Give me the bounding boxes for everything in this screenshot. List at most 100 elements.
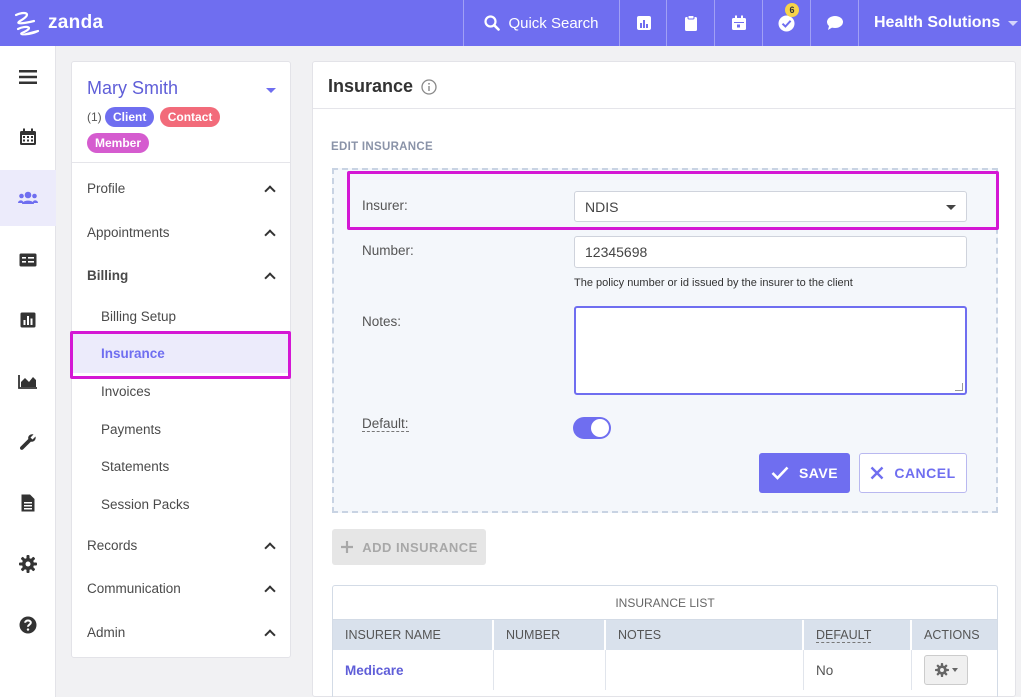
number-input[interactable]: 12345698 <box>574 236 967 268</box>
insurance-table: INSURANCE LIST INSURER NAME NUMBER NOTES… <box>332 585 998 697</box>
zanda-logo[interactable]: zanda <box>12 8 103 38</box>
number-help-text: The policy number or id issued by the in… <box>574 277 853 289</box>
chevron-up-icon[interactable] <box>264 272 276 284</box>
row-actions-button[interactable] <box>924 655 968 685</box>
left-rail <box>0 46 56 697</box>
document-icon <box>21 494 35 512</box>
help-circle-icon <box>19 616 37 634</box>
rail-help[interactable] <box>0 597 56 653</box>
close-icon <box>870 466 884 480</box>
col-header-default-text: DEFAULT <box>816 627 872 643</box>
add-insurance-button[interactable]: ADD INSURANCE <box>332 529 486 565</box>
insurance-panel: Insurance EDIT INSURANCE Insurer: NDIS N… <box>312 61 1016 697</box>
highlight-insurer-row <box>347 171 999 230</box>
chevron-up-icon[interactable] <box>264 229 276 241</box>
rail-analytics[interactable] <box>0 353 56 409</box>
nav-billing-setup[interactable]: Billing Setup <box>101 309 176 324</box>
calendar-icon <box>731 15 746 30</box>
checkmark-icon <box>771 466 789 480</box>
menu-button[interactable] <box>0 49 56 105</box>
client-count: (1) <box>87 110 102 124</box>
users-icon <box>18 191 38 204</box>
col-header-insurer: INSURER NAME <box>333 620 494 650</box>
save-button-label: SAVE <box>798 465 839 481</box>
rail-clients[interactable] <box>0 170 56 226</box>
client-name[interactable]: Mary Smith <box>87 78 178 99</box>
chevron-down-icon <box>1008 20 1019 26</box>
rail-calendar[interactable] <box>0 109 56 165</box>
nav-records[interactable]: Records <box>87 538 137 553</box>
gear-icon <box>934 663 949 677</box>
rail-billing[interactable] <box>0 232 56 288</box>
gear-icon <box>19 555 37 573</box>
panel-divider <box>72 162 290 163</box>
cancel-button-label: CANCEL <box>894 465 956 481</box>
nav-payments[interactable]: Payments <box>101 422 161 437</box>
tasks-badge: 6 <box>785 3 799 17</box>
rail-reports[interactable] <box>0 292 56 348</box>
resize-handle-icon[interactable] <box>955 383 963 391</box>
default-toggle[interactable] <box>573 417 611 439</box>
row-notes <box>606 650 804 690</box>
info-icon[interactable] <box>421 78 437 95</box>
page-title: Insurance <box>328 76 437 97</box>
number-label: Number: <box>362 243 414 258</box>
nav-session-packs[interactable]: Session Packs <box>101 497 190 512</box>
notes-textarea[interactable] <box>574 306 967 395</box>
calendar-button[interactable] <box>714 0 762 46</box>
tasks-button[interactable]: 6 <box>762 0 810 46</box>
invoice-card-icon <box>19 253 37 267</box>
tag-client: Client <box>105 107 155 127</box>
rail-tools[interactable] <box>0 414 56 470</box>
nav-profile[interactable]: Profile <box>87 181 125 196</box>
col-header-notes: NOTES <box>606 620 804 650</box>
quick-search-label: Quick Search <box>508 14 599 32</box>
wrench-icon <box>19 434 36 450</box>
table-caption: INSURANCE LIST <box>333 586 997 620</box>
messages-button[interactable] <box>810 0 858 46</box>
calendar-icon <box>20 128 36 145</box>
page-title-text: Insurance <box>328 76 414 96</box>
tag-contact: Contact <box>159 107 221 127</box>
row-number <box>494 650 606 690</box>
row-insurer-name[interactable]: Medicare <box>333 650 494 690</box>
chat-bubble-icon <box>826 16 843 30</box>
clipboard-icon <box>684 14 697 31</box>
tag-member: Member <box>87 133 150 153</box>
col-header-actions: ACTIONS <box>912 620 997 650</box>
nav-appointments[interactable]: Appointments <box>87 225 170 240</box>
clipboard-button[interactable] <box>666 0 714 46</box>
col-header-number: NUMBER <box>494 620 606 650</box>
chevron-up-icon[interactable] <box>264 629 276 641</box>
rail-documents[interactable] <box>0 475 56 531</box>
save-button[interactable]: SAVE <box>759 453 850 493</box>
chevron-up-icon[interactable] <box>264 542 276 554</box>
rail-settings[interactable] <box>0 536 56 592</box>
nav-statements[interactable]: Statements <box>101 459 169 474</box>
cancel-button[interactable]: CANCEL <box>859 453 967 493</box>
chevron-up-icon[interactable] <box>264 185 276 197</box>
logo-text: zanda <box>48 12 104 33</box>
nav-communication[interactable]: Communication <box>87 581 181 596</box>
nav-billing[interactable]: Billing <box>87 268 128 283</box>
bar-chart-icon <box>20 312 36 328</box>
zanda-logo-icon <box>14 11 40 36</box>
org-name: Health Solutions <box>874 14 1001 31</box>
highlight-insurance-nav <box>70 331 291 379</box>
nav-invoices[interactable]: Invoices <box>101 384 151 399</box>
nav-admin[interactable]: Admin <box>87 625 125 640</box>
edit-section-heading: EDIT INSURANCE <box>331 141 433 153</box>
plus-icon <box>341 541 354 553</box>
add-insurance-label: ADD INSURANCE <box>362 539 478 555</box>
row-actions-cell <box>912 650 997 690</box>
client-dropdown-caret-icon[interactable] <box>266 88 276 93</box>
report-chart-icon <box>636 16 651 30</box>
check-circle-icon <box>778 15 795 31</box>
quick-search-button[interactable]: Quick Search <box>463 0 619 46</box>
default-label: Default: <box>362 416 409 432</box>
client-tags: (1) Client Contact Member <box>87 104 282 156</box>
col-header-default: DEFAULT <box>804 620 912 650</box>
reports-button[interactable] <box>619 0 667 46</box>
organization-switcher[interactable]: Health Solutions <box>858 0 1021 46</box>
chevron-up-icon[interactable] <box>264 585 276 597</box>
